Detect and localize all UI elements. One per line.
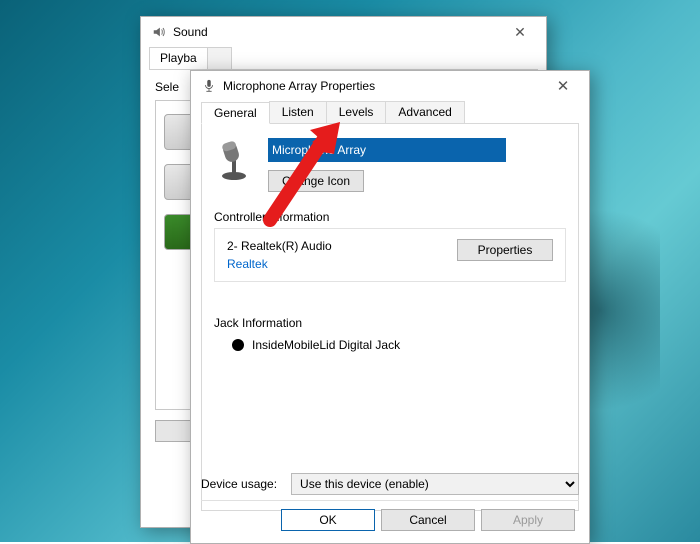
tab-general[interactable]: General [201, 102, 270, 124]
mic-titlebar[interactable]: Microphone Array Properties ✕ [191, 71, 589, 101]
device-large-icon [214, 138, 254, 182]
close-icon[interactable]: ✕ [543, 77, 583, 95]
tab-playback[interactable]: Playba [149, 47, 208, 69]
sound-titlebar[interactable]: Sound ✕ [141, 17, 546, 47]
controller-info-label: Controller Information [214, 210, 566, 224]
sound-tabs: Playba [149, 47, 538, 70]
mic-tabs: General Listen Levels Advanced [201, 101, 579, 124]
mic-title: Microphone Array Properties [223, 79, 543, 93]
tab-levels[interactable]: Levels [326, 101, 387, 123]
device-usage-select[interactable]: Use this device (enable) [291, 473, 579, 495]
device-usage-label: Device usage: [201, 477, 277, 491]
apply-button[interactable]: Apply [481, 509, 575, 531]
tab-advanced[interactable]: Advanced [385, 101, 464, 123]
jack-info-label: Jack Information [214, 316, 566, 330]
controller-properties-button[interactable]: Properties [457, 239, 553, 261]
ok-button[interactable]: OK [281, 509, 375, 531]
tab-listen[interactable]: Listen [269, 101, 327, 123]
jack-color-dot [232, 339, 244, 351]
cancel-button[interactable]: Cancel [381, 509, 475, 531]
change-icon-button[interactable]: Change Icon [268, 170, 364, 192]
device-name-input[interactable] [268, 138, 506, 162]
mic-properties-window: Microphone Array Properties ✕ General Li… [190, 70, 590, 544]
separator [201, 500, 579, 501]
general-panel: Change Icon Controller Information 2- Re… [201, 124, 579, 511]
controller-name: 2- Realtek(R) Audio [227, 239, 332, 253]
microphone-icon [201, 78, 217, 94]
close-icon[interactable]: ✕ [500, 24, 540, 41]
speaker-icon [151, 24, 167, 40]
tab-recording[interactable] [207, 47, 232, 69]
jack-name: InsideMobileLid Digital Jack [252, 338, 400, 352]
controller-vendor-link[interactable]: Realtek [227, 257, 268, 271]
sound-title: Sound [173, 25, 500, 39]
